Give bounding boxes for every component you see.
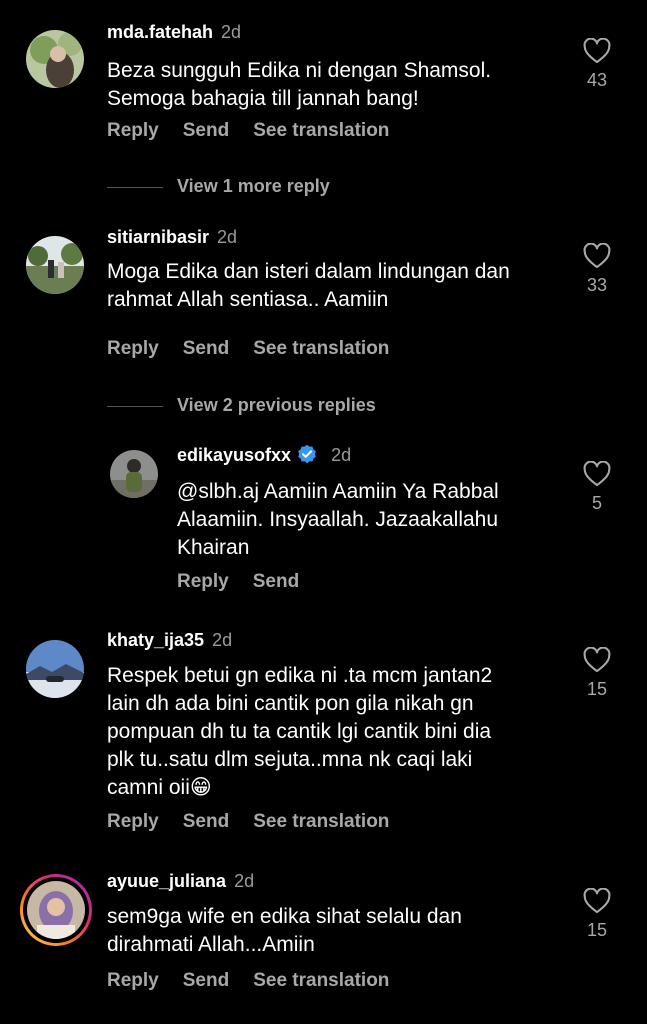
heart-outline-icon [583,38,611,64]
reply-button[interactable]: Reply [107,120,159,141]
comment-text: Respek betui gn edika ni .ta mcm jantan2… [107,664,493,799]
comment-actions: Reply Send See translation [107,338,413,360]
reply-button[interactable]: Reply [177,571,229,592]
like-button[interactable]: 43 [577,38,617,91]
send-button[interactable]: Send [183,970,229,991]
comment-actions: Reply Send See translation [107,970,413,992]
comment-time: 2d [234,871,255,891]
like-button[interactable]: 15 [577,647,617,700]
reply-button[interactable]: Reply [107,338,159,359]
send-button[interactable]: Send [253,571,299,592]
heart-outline-icon [583,647,611,673]
like-button[interactable]: 33 [577,243,617,296]
like-count: 15 [586,679,608,699]
see-translation-button[interactable]: See translation [253,338,389,359]
comment-time: 2d [217,227,238,247]
like-button[interactable]: 15 [577,888,617,941]
comment-username[interactable]: khaty_ija35 2d [107,630,232,651]
avatar[interactable] [110,450,158,498]
heart-outline-icon [583,461,611,487]
comment-text: sem9ga wife en edika sihat selalu dan dir… [107,905,462,956]
comment-time: 2d [221,22,242,42]
comment-username[interactable]: ayuue_juliana 2d [107,871,254,892]
comment-actions: Reply Send [177,571,323,593]
like-count: 15 [586,920,608,940]
comment-time: 2d [212,630,233,650]
like-count: 33 [586,275,608,295]
send-button[interactable]: Send [183,338,229,359]
like-button[interactable]: 5 [577,461,617,514]
divider-line [107,186,163,188]
like-count: 5 [591,493,602,513]
comment-text: Beza sungguh Edika ni dengan Shamsol. Sem… [107,59,492,110]
avatar[interactable] [26,236,84,294]
avatar [27,881,85,939]
heart-outline-icon [583,243,611,269]
reply-button[interactable]: Reply [107,811,159,832]
see-translation-button[interactable]: See translation [253,811,389,832]
avatar[interactable] [26,640,84,698]
send-button[interactable]: Send [183,120,229,141]
comment-text: @slbh.aj Aamiin Aamiin Ya Rabbal Alaamiin… [177,480,499,559]
view-previous-replies-button[interactable]: View 2 previous replies [107,395,376,416]
avatar[interactable] [26,30,84,88]
send-button[interactable]: Send [183,811,229,832]
comment-username[interactable]: edikayusofxx 2d [177,444,351,466]
comment-actions: Reply Send See translation [107,811,413,833]
comment-actions: Reply Send See translation [107,120,413,142]
see-translation-button[interactable]: See translation [253,120,389,141]
reply-button[interactable]: Reply [107,970,159,991]
like-count: 43 [586,70,608,90]
comment-username[interactable]: mda.fatehah 2d [107,22,241,43]
avatar-story-ring[interactable] [20,874,92,946]
heart-outline-icon [583,888,611,914]
divider-line [107,405,163,407]
view-more-replies-button[interactable]: View 1 more reply [107,176,330,197]
comment-text: Moga Edika dan isteri dalam lindungan da… [107,260,510,311]
verified-badge-icon [297,444,317,464]
see-translation-button[interactable]: See translation [253,970,389,991]
comment-time: 2d [331,445,352,465]
comment-username[interactable]: sitiarnibasir 2d [107,227,237,248]
